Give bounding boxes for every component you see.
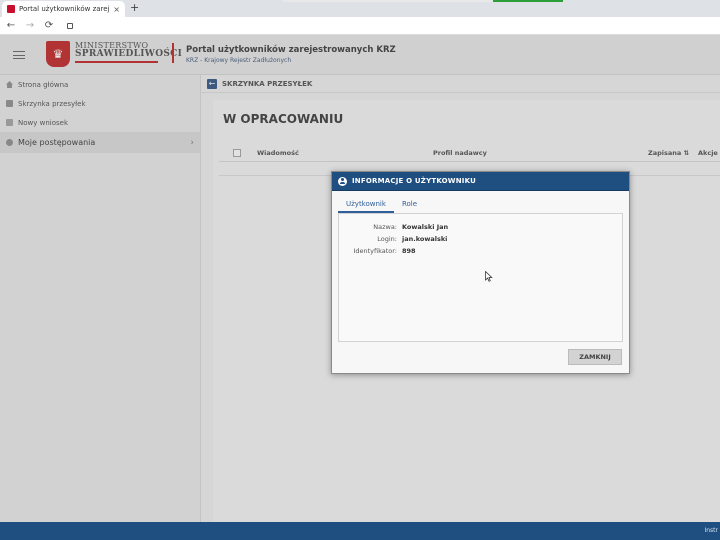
header-divider bbox=[172, 43, 174, 63]
field-value: Kowalski Jan bbox=[402, 223, 449, 231]
mouse-cursor-icon bbox=[485, 271, 493, 282]
dialog-title: INFORMACJE O UŻYTKOWNIKU bbox=[352, 177, 476, 185]
breadcrumb-label[interactable]: SKRZYNKA PRZESYŁEK bbox=[222, 80, 312, 88]
column-header-actions: Akcje bbox=[698, 149, 718, 157]
column-header-sender-profile[interactable]: Profil nadawcy bbox=[433, 149, 487, 157]
select-all-checkbox[interactable] bbox=[233, 149, 241, 157]
browser-toolbar: ← → ⟳ bbox=[0, 17, 720, 35]
chevron-right-icon: › bbox=[190, 137, 194, 148]
gear-icon bbox=[6, 139, 13, 146]
inbox-icon bbox=[6, 100, 13, 107]
field-name: Nazwa: Kowalski Jan bbox=[339, 223, 624, 233]
eagle-emblem-icon: ♛ bbox=[46, 41, 70, 67]
field-label: Identyfikator: bbox=[353, 247, 397, 255]
lock-icon[interactable] bbox=[67, 22, 73, 29]
field-login: Login: jan.kowalski bbox=[339, 235, 624, 245]
footer-bar: Instr bbox=[0, 522, 720, 540]
field-value: 898 bbox=[402, 247, 416, 255]
loading-bar bbox=[283, 0, 563, 2]
column-header-message[interactable]: Wiadomość bbox=[257, 149, 299, 157]
reload-icon[interactable]: ⟳ bbox=[44, 20, 54, 31]
tab-panel-user: Nazwa: Kowalski Jan Login: jan.kowalski … bbox=[338, 213, 623, 342]
field-label: Nazwa: bbox=[373, 223, 397, 231]
table-header: Wiadomość Profil nadawcy Zapisana ⇅ Akcj… bbox=[219, 145, 720, 162]
sidebar-item-inbox[interactable]: Skrzynka przesyłek bbox=[0, 94, 200, 113]
sidebar-item-my-proceedings[interactable]: Moje postępowania › bbox=[0, 132, 200, 153]
document-icon bbox=[6, 119, 13, 126]
browser-tab[interactable]: Portal użytkowników zarejestrowanych KRZ… bbox=[2, 1, 125, 17]
page-title: W OPRACOWANIU bbox=[223, 112, 344, 126]
footer-link[interactable]: Instr bbox=[704, 527, 718, 534]
dialog-tabs: Użytkownik Role bbox=[338, 198, 425, 214]
sidebar-item-home[interactable]: Strona główna bbox=[0, 75, 200, 94]
tab-user[interactable]: Użytkownik bbox=[338, 198, 394, 213]
forward-icon[interactable]: → bbox=[25, 20, 35, 31]
close-button[interactable]: ZAMKNIJ bbox=[568, 349, 622, 365]
user-info-dialog: INFORMACJE O UŻYTKOWNIKU Użytkownik Role… bbox=[331, 171, 630, 374]
favicon-icon bbox=[7, 5, 15, 13]
portal-subtitle: KRZ - Krajowy Rejestr Zadłużonych bbox=[186, 57, 292, 64]
sidebar-item-label: Strona główna bbox=[18, 80, 69, 89]
back-icon[interactable]: ← bbox=[6, 20, 16, 31]
sidebar-item-new-request[interactable]: Nowy wniosek bbox=[0, 113, 200, 132]
field-identifier: Identyfikator: 898 bbox=[339, 247, 624, 257]
home-icon bbox=[6, 81, 13, 88]
field-label: Login: bbox=[377, 235, 397, 243]
logo-underline bbox=[75, 61, 158, 63]
new-tab-button[interactable]: + bbox=[130, 1, 139, 14]
sidebar-item-label: Nowy wniosek bbox=[18, 118, 69, 127]
portal-title: Portal użytkowników zarejestrowanych KRZ bbox=[186, 45, 396, 55]
sidebar-item-label: Skrzynka przesyłek bbox=[18, 99, 86, 108]
sidebar: Strona główna Skrzynka przesyłek Nowy wn… bbox=[0, 75, 201, 522]
field-value: jan.kowalski bbox=[402, 235, 448, 243]
browser-tab-title: Portal użytkowników zarejestrowanych KRZ bbox=[19, 5, 109, 13]
column-header-saved[interactable]: Zapisana ⇅ bbox=[648, 149, 689, 157]
dialog-header: INFORMACJE O UŻYTKOWNIKU bbox=[332, 172, 629, 191]
back-arrow-icon[interactable]: ← bbox=[207, 78, 217, 89]
menu-icon[interactable] bbox=[13, 51, 25, 59]
user-icon bbox=[338, 176, 347, 186]
ministry-logo-bottom: SPRAWIEDLIWOŚCI bbox=[75, 49, 183, 59]
browser-tabstrip: Portal użytkowników zarejestrowanych KRZ… bbox=[0, 0, 720, 17]
app-header: ♛ MINISTERSTWO SPRAWIEDLIWOŚCI Portal uż… bbox=[0, 35, 720, 75]
tab-roles[interactable]: Role bbox=[394, 198, 425, 213]
close-tab-icon[interactable]: × bbox=[113, 5, 120, 14]
sidebar-item-label: Moje postępowania bbox=[18, 138, 96, 147]
breadcrumb: ← SKRZYNKA PRZESYŁEK bbox=[201, 75, 720, 93]
